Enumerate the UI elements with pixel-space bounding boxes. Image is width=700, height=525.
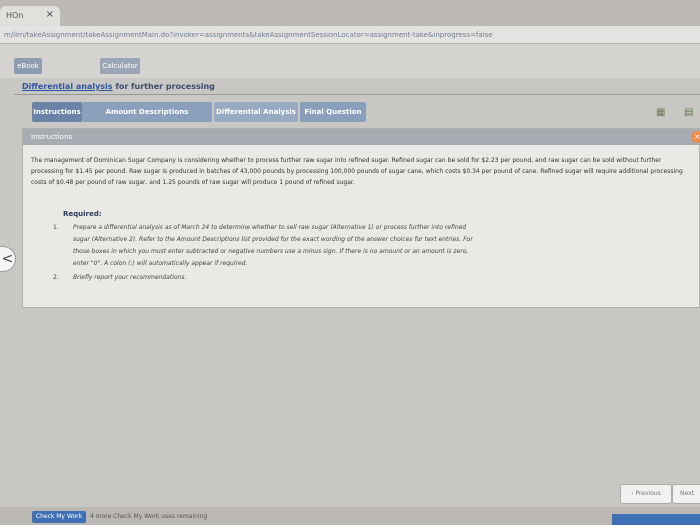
- requirements-list: 1. Prepare a differential analysis as of…: [53, 222, 483, 284]
- required-label: Required:: [63, 210, 102, 218]
- tab-amount-descriptions[interactable]: Amount Descriptions: [82, 102, 212, 122]
- divider: [14, 94, 700, 95]
- title-link[interactable]: Differential analysis: [22, 82, 113, 91]
- item-number: 2.: [53, 274, 59, 281]
- instructions-text: The management of Dominican Sugar Compan…: [31, 157, 683, 186]
- address-bar[interactable]: m/ilrn/takeAssignment/takeAssignmentMain…: [0, 26, 700, 44]
- item-number: 1.: [53, 224, 59, 231]
- previous-label: Previous: [635, 490, 661, 497]
- instructions-panel: Instructions × The management of Dominic…: [22, 128, 700, 308]
- grid-icon[interactable]: ▤: [684, 108, 694, 118]
- browser-tab[interactable]: HOn ×: [0, 6, 60, 26]
- footer-action[interactable]: [612, 514, 700, 525]
- back-arrow-icon[interactable]: <: [0, 246, 16, 272]
- list-item: 1. Prepare a differential analysis as of…: [53, 222, 483, 270]
- panel-header: Instructions: [23, 129, 699, 145]
- check-my-work-button[interactable]: Check My Work: [32, 511, 86, 523]
- next-button[interactable]: Next: [672, 484, 700, 504]
- previous-button[interactable]: ‹ Previous: [620, 484, 672, 504]
- list-item: 2. Briefly report your recommendations.: [53, 272, 483, 284]
- close-icon[interactable]: ×: [46, 9, 54, 20]
- tab-instructions[interactable]: Instructions: [32, 102, 82, 122]
- close-icon[interactable]: ×: [691, 131, 700, 143]
- browser-tab-bar: HOn ×: [0, 0, 700, 26]
- item-text: Prepare a differential analysis as of Ma…: [73, 224, 473, 267]
- item-text: Briefly report your recommendations.: [73, 274, 187, 281]
- print-icon[interactable]: ▦: [656, 108, 666, 118]
- tab-final-question[interactable]: Final Question: [300, 102, 366, 122]
- page-title: Differential analysis for further proces…: [22, 82, 215, 91]
- tab-differential-analysis[interactable]: Differential Analysis: [214, 102, 298, 122]
- remaining-count: 4 more Check My Work uses remaining: [90, 513, 208, 520]
- title-rest: for further processing: [112, 82, 215, 91]
- ebook-tab[interactable]: eBook: [14, 58, 42, 74]
- calculator-tab[interactable]: Calculator: [100, 58, 140, 74]
- browser-tab-label: HOn: [6, 11, 24, 20]
